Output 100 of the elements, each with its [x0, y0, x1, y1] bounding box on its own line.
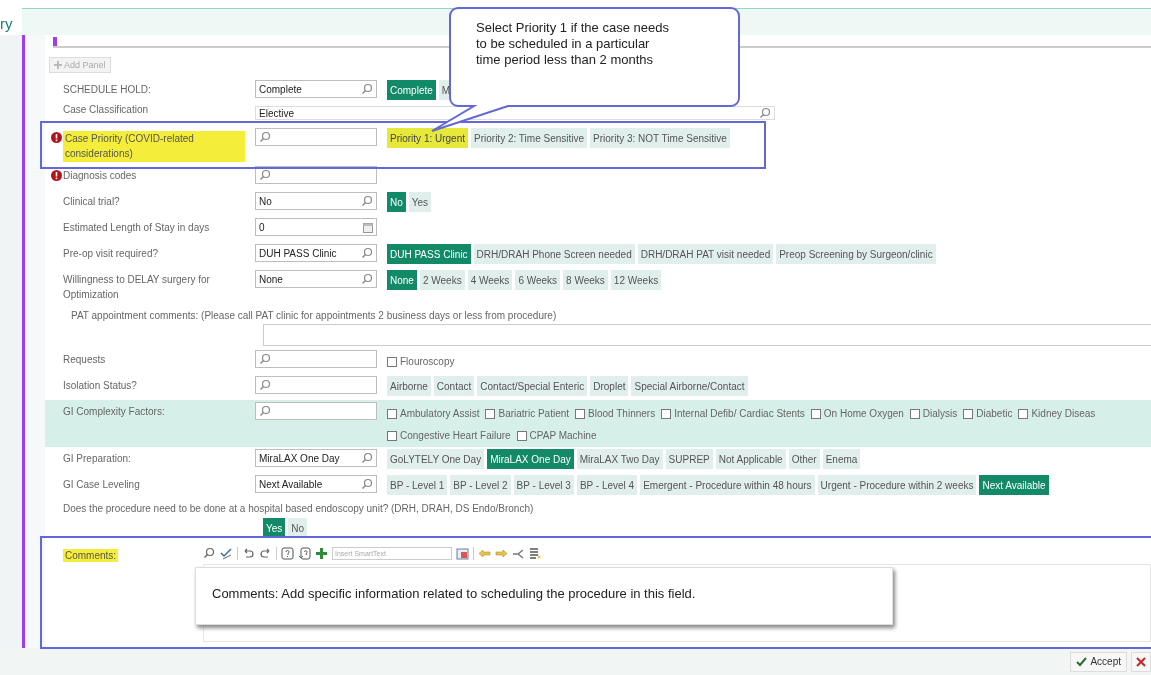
redo-icon[interactable] [259, 546, 272, 560]
checkbox-label[interactable]: Dialysis [922, 408, 958, 419]
cancel-button[interactable] [1131, 651, 1151, 672]
checkbox[interactable] [1018, 408, 1029, 419]
option-button[interactable]: DRH/DRAH PAT visit needed [637, 244, 774, 264]
checkbox[interactable] [516, 430, 527, 441]
lookup-field[interactable]: None [255, 270, 377, 288]
option-button[interactable]: None [387, 270, 417, 290]
search-icon[interactable] [361, 83, 373, 95]
search-icon[interactable] [361, 478, 373, 490]
spellcheck-icon[interactable] [220, 546, 233, 560]
add-icon[interactable] [315, 546, 328, 560]
search-icon[interactable] [361, 452, 373, 464]
checkbox[interactable] [810, 408, 821, 419]
option-button[interactable]: DUH PASS Clinic [387, 244, 471, 264]
checkbox[interactable] [485, 408, 496, 419]
lookup-field[interactable] [255, 128, 377, 146]
checkbox-label[interactable]: On Home Oxygen [823, 408, 904, 419]
option-button[interactable]: 12 Weeks [610, 270, 662, 290]
option-button[interactable]: Enema [822, 449, 861, 469]
checkbox-label[interactable]: Blood Thinners [588, 408, 656, 419]
option-button[interactable]: GoLYTELY One Day [387, 449, 485, 469]
checkbox-label[interactable]: CPAP Machine [529, 430, 597, 441]
smartlist-icon[interactable] [456, 546, 469, 560]
option-button[interactable]: MiraLAX One Day [487, 449, 574, 469]
accept-button[interactable]: Accept [1070, 651, 1127, 672]
lookup-field[interactable]: Next Available [255, 475, 377, 493]
option-button[interactable]: BP - Level 2 [450, 475, 511, 495]
option-button[interactable]: Not Applicable [715, 449, 786, 469]
option-button[interactable]: DRH/DRAH Phone Screen needed [473, 244, 635, 264]
checkbox-label[interactable]: Bariatric Patient [498, 408, 570, 419]
option-button[interactable]: Emergent - Procedure within 48 hours [640, 475, 815, 495]
search-icon[interactable] [259, 169, 271, 181]
field-label: PAT appointment comments: (Please call PAT clinic for appointments 2 business days or less from procedure) [71, 310, 557, 321]
search-icon[interactable] [361, 273, 373, 285]
right-arrow-icon[interactable] [495, 546, 508, 560]
option-button[interactable]: MiraLAX Two Day [576, 449, 663, 469]
option-button[interactable]: Contact [433, 376, 475, 396]
undo-icon[interactable] [242, 546, 255, 560]
checkbox-label[interactable]: Congestive Heart Failure [400, 430, 511, 441]
search-icon[interactable] [361, 247, 373, 259]
calendar-icon[interactable] [363, 221, 373, 233]
option-button[interactable]: Special Airborne/Contact [631, 376, 748, 396]
search-icon[interactable] [259, 379, 271, 391]
checkbox[interactable] [661, 408, 672, 419]
option-button[interactable]: Complete [387, 80, 436, 100]
checkbox-label[interactable]: Internal Defib/ Cardiac Stents [674, 408, 805, 419]
lookup-field[interactable]: DUH PASS Clinic [255, 244, 377, 262]
checkbox-label[interactable]: Kidney Diseas [1031, 408, 1096, 419]
option-button[interactable]: Urgent - Procedure within 2 weeks [817, 475, 977, 495]
option-button[interactable]: SUPREP [665, 449, 713, 469]
search-icon[interactable] [259, 405, 271, 417]
checkbox[interactable] [387, 430, 397, 441]
option-button[interactable]: Airborne [387, 376, 431, 396]
option-button[interactable]: Other [788, 449, 820, 469]
checkbox[interactable] [387, 408, 397, 419]
lookup-field[interactable] [255, 376, 377, 394]
option-button[interactable]: BP - Level 1 [387, 475, 448, 495]
comment-field[interactable] [263, 324, 1151, 346]
checkbox[interactable] [963, 408, 974, 419]
option-button[interactable]: Yes [263, 518, 286, 538]
search-icon[interactable] [259, 353, 271, 365]
option-button[interactable]: Priority 2: Time Sensitive [471, 128, 588, 148]
checkbox[interactable] [387, 356, 397, 367]
option-button[interactable]: Priority 3: NOT Time Sensitive [590, 128, 730, 148]
field-label: Estimated Length of Stay in days [63, 222, 210, 233]
lookup-field[interactable] [255, 350, 377, 368]
option-button[interactable]: BP - Level 3 [513, 475, 574, 495]
option-button[interactable]: Contact/Special Enteric [477, 376, 588, 396]
option-button[interactable]: 2 Weeks [419, 270, 465, 290]
option-button[interactable]: 8 Weeks [563, 270, 608, 290]
branch-icon[interactable] [512, 546, 525, 560]
checkbox[interactable] [575, 408, 586, 419]
checkbox-label[interactable]: Ambulatory Assist [400, 408, 480, 419]
option-button[interactable]: 6 Weeks [515, 270, 561, 290]
field-label: Case Priority (COVID-related considerations) [63, 131, 245, 162]
search-icon[interactable] [759, 107, 771, 119]
lookup-field[interactable]: Complete [255, 80, 377, 98]
option-button[interactable]: Next Available [979, 475, 1049, 495]
option-button[interactable]: Yes [408, 192, 432, 212]
left-arrow-icon[interactable] [478, 546, 491, 560]
number-field[interactable]: 0 [255, 218, 377, 236]
checkbox[interactable] [909, 408, 920, 419]
field-label: GI Complexity Factors: [63, 406, 165, 417]
option-button[interactable]: 4 Weeks [467, 270, 513, 290]
zoom-icon[interactable] [203, 546, 216, 560]
help-icon[interactable] [281, 546, 294, 560]
search-icon[interactable] [361, 195, 373, 207]
checkbox-label[interactable]: Diabetic [976, 408, 1013, 419]
lookup-field[interactable]: MiraLAX One Day [255, 449, 377, 467]
lookup-field[interactable] [255, 402, 377, 420]
checkbox-label[interactable]: Flouroscopy [400, 356, 455, 367]
option-button[interactable]: Preop Screening by Surgeon/clinic [776, 244, 936, 264]
lookup-field[interactable]: No [255, 192, 377, 210]
option-button[interactable]: Priority 1: Urgent [387, 128, 469, 148]
list-icon[interactable] [529, 546, 542, 560]
search-icon[interactable] [259, 131, 271, 143]
option-button[interactable]: No [387, 192, 406, 212]
option-button[interactable]: Droplet [590, 376, 629, 396]
option-button[interactable]: BP - Level 4 [576, 475, 638, 495]
